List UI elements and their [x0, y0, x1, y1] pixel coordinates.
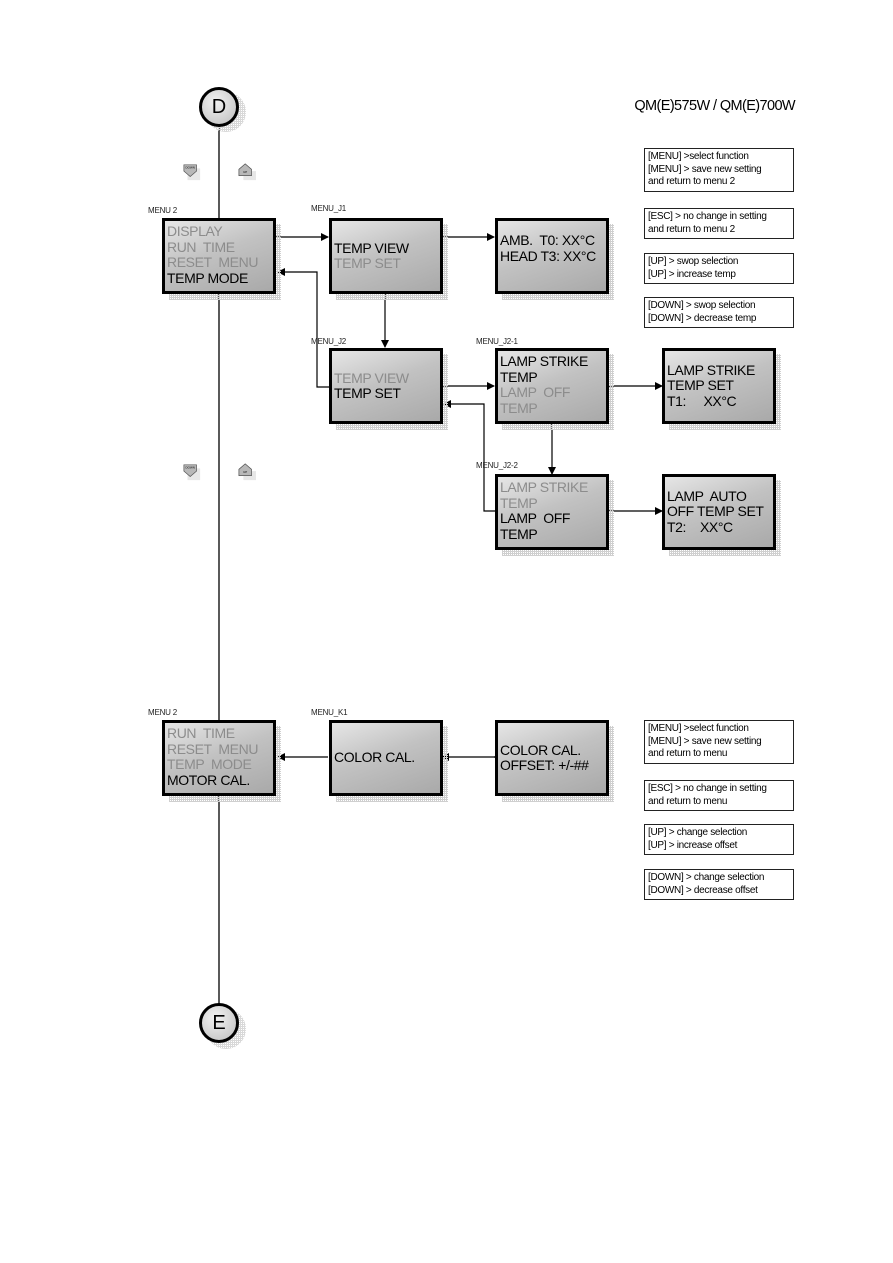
lcd-menu2-temp: DISPLAY RUN TIME RESET MENU TEMP MODE: [162, 218, 276, 294]
menu-j1-label: MENU_J1: [311, 204, 347, 213]
note-line: and return to menu: [648, 748, 728, 759]
down-key-label: DOWN: [186, 165, 195, 169]
selected-menu-line: MOTOR CAL.: [167, 771, 250, 788]
down-key-icon: DOWN: [183, 464, 201, 481]
note-down-key: [DOWN] > swop selection [DOWN] > decrease…: [644, 297, 794, 328]
selected-menu-line: TEMP MODE: [167, 269, 248, 286]
note-line: and return to menu 2: [648, 176, 735, 187]
note-line: [MENU] > save new setting: [648, 163, 762, 175]
selected-menu-line: COLOR CAL.: [334, 749, 415, 766]
note-line: [UP] > change selection: [648, 827, 747, 838]
selected-menu-line: TEMP SET: [667, 377, 734, 394]
lcd-menu-j2-1: LAMP STRIKE TEMP LAMP OFF TEMP: [495, 348, 609, 424]
menu-line: LAMP STRIKE: [500, 479, 588, 495]
selected-menu-line: LAMP AUTO: [667, 487, 747, 504]
note-menu-key: [MENU] >select function [MENU] > save new…: [644, 148, 794, 192]
menu-line: TEMP: [500, 399, 538, 416]
menu-j2-label: MENU_J2: [311, 337, 347, 346]
selected-menu-line: LAMP STRIKE: [667, 361, 755, 378]
note-line: [DOWN] > swop selection: [648, 300, 756, 311]
up-key-label: UP: [243, 170, 247, 174]
up-key-label: UP: [243, 470, 247, 474]
selected-menu-line: LAMP STRIKE: [500, 353, 588, 369]
menu-line: RUN TIME: [167, 725, 235, 741]
selected-menu-line: OFFSET: +/-##: [500, 757, 589, 773]
menu-line: RESET MENU: [167, 254, 259, 270]
menu-line: TEMP: [500, 494, 538, 511]
lcd-menu-j2-2: LAMP STRIKE TEMP LAMP OFF TEMP: [495, 474, 609, 550]
note-line: and return to menu 2: [648, 223, 735, 235]
menu-line: LAMP OFF: [500, 384, 571, 400]
menu-line: RESET MENU: [167, 740, 259, 757]
selected-menu-line: OFF TEMP SET: [667, 503, 764, 520]
note-line: [UP] > swop selection: [648, 256, 739, 267]
menu-k1-label: MENU_K1: [311, 708, 348, 717]
note-line: [ESC] > no change in setting: [648, 783, 767, 794]
note-esc-key: [ESC] > no change in setting and return t…: [644, 208, 794, 239]
note-esc-key: [ESC] > no change in setting and return t…: [644, 780, 794, 811]
lcd-menu2-motor: RUN TIME RESET MENU TEMP MODE MOTOR CAL.: [162, 720, 276, 796]
selected-menu-line: T1: XX°C: [667, 392, 737, 409]
menu-line: TEMP MODE: [167, 756, 252, 772]
note-line: [DOWN] > change selection: [648, 872, 765, 883]
menu-j2-2-label: MENU_J2-2: [476, 461, 518, 470]
note-line: and return to menu: [648, 795, 728, 807]
note-line: [MENU] >select function: [648, 723, 749, 734]
down-key-label: DOWN: [186, 465, 195, 469]
note-up-key: [UP] > swop selection [UP] > increase tem…: [644, 253, 794, 284]
note-line: [MENU] > save new setting: [648, 735, 762, 747]
connector-d: D: [199, 87, 239, 127]
lcd-color-offset: COLOR CAL. OFFSET: +/-##: [495, 720, 609, 796]
lcd-menu-j2: TEMP VIEW TEMP SET: [329, 348, 443, 424]
lcd-menu-j1: TEMP VIEW TEMP SET: [329, 218, 443, 294]
selected-menu-line: TEMP VIEW: [334, 239, 409, 256]
note-line: [DOWN] > decrease offset: [648, 884, 758, 896]
note-line: [UP] > increase temp: [648, 268, 736, 280]
note-line: [ESC] > no change in setting: [648, 211, 767, 222]
menu-line: DISPLAY: [167, 223, 223, 239]
lcd-auto-off-temp-set: LAMP AUTO OFF TEMP SET T2: XX°C: [662, 474, 776, 550]
menu2-label: MENU 2: [148, 708, 178, 717]
selected-menu-line: TEMP: [500, 368, 538, 385]
selected-menu-line: AMB. T0: XX°C: [500, 232, 595, 248]
return-j2-2-menuj2: [443, 400, 497, 512]
connector-e: E: [199, 1003, 239, 1043]
up-key-icon: UP: [238, 463, 256, 481]
menu-line: TEMP VIEW: [334, 369, 409, 386]
selected-menu-line: TEMP SET: [334, 385, 401, 401]
menu-line: RUN TIME: [167, 238, 235, 255]
note-line: [UP] > increase offset: [648, 839, 738, 851]
selected-menu-line: LAMP OFF: [500, 510, 571, 526]
menu-j2-1-label: MENU_J2-1: [476, 337, 518, 346]
selected-menu-line: HEAD T3: XX°C: [500, 247, 596, 264]
note-line: [DOWN] > decrease temp: [648, 312, 757, 324]
down-key-icon: DOWN: [183, 164, 201, 181]
menu-line: TEMP SET: [334, 255, 401, 271]
selected-menu-line: T2: XX°C: [667, 518, 733, 535]
up-key-icon: UP: [238, 163, 256, 181]
lcd-menu-k1: COLOR CAL.: [329, 720, 443, 796]
menu2-label: MENU 2: [148, 206, 178, 215]
note-up-key: [UP] > change selection [UP] > increase o…: [644, 824, 794, 855]
lcd-temp-view-display: AMB. T0: XX°C HEAD T3: XX°C: [495, 218, 609, 294]
return-menuj2-menu2: [277, 268, 330, 388]
note-down-key: [DOWN] > change selection [DOWN] > decrea…: [644, 869, 794, 900]
selected-menu-line: TEMP: [500, 525, 538, 542]
selected-menu-line: COLOR CAL.: [500, 741, 581, 758]
lcd-strike-temp-set: LAMP STRIKE TEMP SET T1: XX°C: [662, 348, 776, 424]
note-menu-key: [MENU] >select function [MENU] > save new…: [644, 720, 794, 764]
note-line: [MENU] >select function: [648, 151, 749, 162]
